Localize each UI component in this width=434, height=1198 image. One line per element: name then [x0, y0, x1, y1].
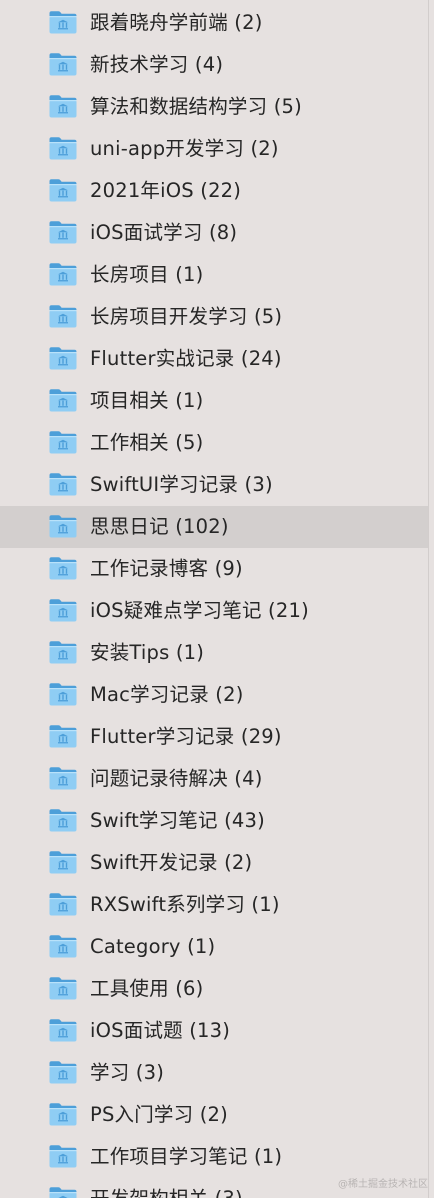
folder-item-label: 2021年iOS (22)	[90, 179, 242, 202]
folder-icon	[48, 261, 78, 287]
folder-item[interactable]: PS入门学习 (2)	[0, 1094, 428, 1136]
folder-item[interactable]: 长房项目 (1)	[0, 254, 428, 296]
folder-icon	[48, 597, 78, 623]
folder-item-label: Swift学习笔记 (43)	[90, 809, 265, 832]
folder-item[interactable]: Swift开发记录 (2)	[0, 842, 428, 884]
folder-item[interactable]: Flutter实战记录 (24)	[0, 338, 428, 380]
folder-item[interactable]: 算法和数据结构学习 (5)	[0, 86, 428, 128]
folder-item-label: Flutter实战记录 (24)	[90, 347, 282, 370]
folder-item-label: 项目相关 (1)	[90, 389, 204, 412]
folder-item[interactable]: Swift学习笔记 (43)	[0, 800, 428, 842]
folder-item-label: uni-app开发学习 (2)	[90, 137, 279, 160]
folder-icon	[48, 219, 78, 245]
folder-item-label: 新技术学习 (4)	[90, 53, 224, 76]
folder-item-label: iOS面试题 (13)	[90, 1019, 231, 1042]
folder-icon	[48, 303, 78, 329]
folder-icon	[48, 1017, 78, 1043]
watermark: @稀土掘金技术社区	[338, 1179, 428, 1190]
folder-item-label: iOS疑难点学习笔记 (21)	[90, 599, 309, 622]
folder-item-label: Flutter学习记录 (29)	[90, 725, 282, 748]
folder-icon	[48, 555, 78, 581]
folder-icon	[48, 387, 78, 413]
folder-sidebar: 跟着晓舟学前端 (2) 新技术学习 (4) 算法和数据结构学习 (5) uni-app…	[0, 0, 434, 1198]
folder-icon	[48, 513, 78, 539]
folder-item[interactable]: RXSwift系列学习 (1)	[0, 884, 428, 926]
folder-item-label: 长房项目 (1)	[90, 263, 204, 286]
folder-icon	[48, 765, 78, 791]
folder-icon	[48, 723, 78, 749]
folder-item-label: Category (1)	[90, 935, 216, 958]
folder-item[interactable]: iOS面试学习 (8)	[0, 212, 428, 254]
folder-item[interactable]: uni-app开发学习 (2)	[0, 128, 428, 170]
folder-item-label: 工具使用 (6)	[90, 977, 204, 1000]
folder-icon	[48, 1185, 78, 1198]
folder-item-label: 长房项目开发学习 (5)	[90, 305, 283, 328]
folder-item-label: 工作记录博客 (9)	[90, 557, 243, 580]
folder-icon	[48, 975, 78, 1001]
folder-item-label: 算法和数据结构学习 (5)	[90, 95, 302, 118]
folder-item[interactable]: Category (1)	[0, 926, 428, 968]
folder-item[interactable]: iOS面试题 (13)	[0, 1010, 428, 1052]
folder-item[interactable]: 新技术学习 (4)	[0, 44, 428, 86]
sidebar-divider[interactable]	[428, 0, 429, 1198]
folder-icon	[48, 471, 78, 497]
folder-item-label: 安装Tips (1)	[90, 641, 205, 664]
folder-icon	[48, 177, 78, 203]
folder-icon	[48, 849, 78, 875]
folder-icon	[48, 1101, 78, 1127]
folder-icon	[48, 135, 78, 161]
folder-item[interactable]: 问题记录待解决 (4)	[0, 758, 428, 800]
folder-icon	[48, 807, 78, 833]
folder-item-label: 学习 (3)	[90, 1061, 165, 1084]
folder-icon	[48, 429, 78, 455]
folder-item[interactable]: 思思日记 (102)	[0, 506, 428, 548]
folder-item-label: 开发架构相关 (3)	[90, 1178, 243, 1198]
folder-icon	[48, 1143, 78, 1169]
folder-item[interactable]: 项目相关 (1)	[0, 380, 428, 422]
folder-icon	[48, 93, 78, 119]
folder-item-label: iOS面试学习 (8)	[90, 221, 238, 244]
folder-item-label: RXSwift系列学习 (1)	[90, 893, 280, 916]
folder-item[interactable]: 工具使用 (6)	[0, 968, 428, 1010]
folder-item[interactable]: iOS疑难点学习笔记 (21)	[0, 590, 428, 632]
folder-item[interactable]: 工作记录博客 (9)	[0, 548, 428, 590]
folder-item[interactable]: 2021年iOS (22)	[0, 170, 428, 212]
folder-item-label: 工作项目学习笔记 (1)	[90, 1145, 283, 1168]
folder-icon	[48, 345, 78, 371]
folder-item[interactable]: 安装Tips (1)	[0, 632, 428, 674]
folder-icon	[48, 681, 78, 707]
folder-item[interactable]: 跟着晓舟学前端 (2)	[0, 2, 428, 44]
folder-item[interactable]: Mac学习记录 (2)	[0, 674, 428, 716]
folder-icon	[48, 1059, 78, 1085]
folder-item-label: Swift开发记录 (2)	[90, 851, 253, 874]
folder-item[interactable]: Flutter学习记录 (29)	[0, 716, 428, 758]
folder-item[interactable]: 学习 (3)	[0, 1052, 428, 1094]
folder-icon	[48, 891, 78, 917]
folder-item-label: 问题记录待解决 (4)	[90, 767, 263, 790]
folder-item-label: SwiftUI学习记录 (3)	[90, 473, 273, 496]
folder-item[interactable]: 工作相关 (5)	[0, 422, 428, 464]
folder-item-label: 跟着晓舟学前端 (2)	[90, 11, 263, 34]
folder-item[interactable]: SwiftUI学习记录 (3)	[0, 464, 428, 506]
folder-icon	[48, 639, 78, 665]
folder-icon	[48, 933, 78, 959]
folder-item[interactable]: 长房项目开发学习 (5)	[0, 296, 428, 338]
folder-item-label: Mac学习记录 (2)	[90, 683, 244, 706]
folder-item-label: 思思日记 (102)	[90, 515, 229, 538]
folder-item-label: 工作相关 (5)	[90, 431, 204, 454]
folder-item[interactable]: 工作项目学习笔记 (1)	[0, 1136, 428, 1178]
folder-icon	[48, 51, 78, 77]
folder-icon	[48, 9, 78, 35]
folder-item-label: PS入门学习 (2)	[90, 1103, 228, 1126]
